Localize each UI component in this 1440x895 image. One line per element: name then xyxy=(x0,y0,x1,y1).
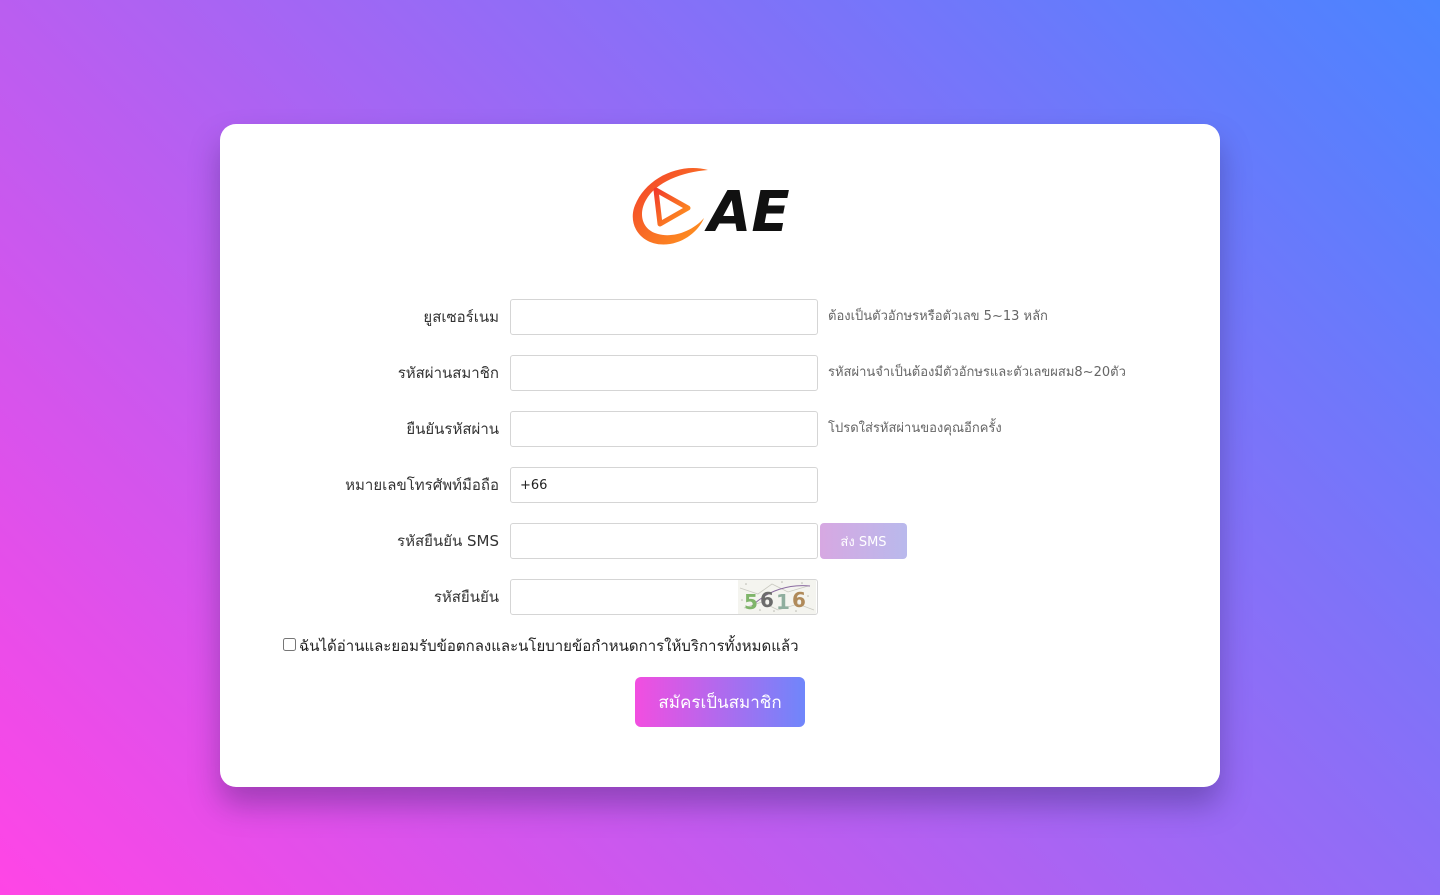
sms-code-label: รหัสยืนยัน SMS xyxy=(397,532,499,550)
send-sms-button[interactable]: ส่ง SMS xyxy=(820,523,907,559)
register-card: AE ยูสเซอร์เนม ต้องเป็นตัวอักษรหรือตัวเล… xyxy=(220,124,1220,787)
username-hint: ต้องเป็นตัวอักษรหรือตัวเลข 5~13 หลัก xyxy=(828,309,1048,324)
logo-text: AE xyxy=(704,180,790,245)
captcha-row: รหัสยืนยัน 5616 xyxy=(220,579,1220,615)
confirm-password-hint: โปรดใส่รหัสผ่านของคุณอีกครั้ง xyxy=(828,421,1002,436)
username-label: ยูสเซอร์เนม xyxy=(423,308,499,326)
captcha-digit: 1 xyxy=(776,590,790,614)
confirm-password-row: ยืนยันรหัสผ่าน โปรดใส่รหัสผ่านของคุณอีกค… xyxy=(220,411,1220,447)
username-row: ยูสเซอร์เนม ต้องเป็นตัวอักษรหรือตัวเลข 5… xyxy=(220,299,1220,335)
agree-checkbox[interactable] xyxy=(283,638,296,651)
phone-label: หมายเลขโทรศัพท์มือถือ xyxy=(345,476,499,494)
password-row: รหัสผ่านสมาชิก รหัสผ่านจำเป็นต้องมีตัวอั… xyxy=(220,355,1220,391)
agree-text: ฉันได้อ่านและยอมรับข้อตกลงและนโยบายข้อกำ… xyxy=(299,637,799,655)
captcha-digit: 5 xyxy=(744,590,758,614)
ae-logo-icon: AE xyxy=(632,167,790,245)
captcha-digit: 6 xyxy=(760,588,774,612)
captcha-label: รหัสยืนยัน xyxy=(433,588,499,606)
register-submit-button[interactable]: สมัครเป็นสมาชิก xyxy=(635,677,805,727)
sms-code-input[interactable] xyxy=(510,523,818,559)
sms-code-row: รหัสยืนยัน SMS ส่ง SMS xyxy=(220,523,1220,559)
captcha-image[interactable]: 5616 xyxy=(738,580,816,614)
password-label: รหัสผ่านสมาชิก xyxy=(397,364,499,382)
phone-row: หมายเลขโทรศัพท์มือถือ xyxy=(220,467,1220,503)
phone-input[interactable] xyxy=(510,467,818,503)
captcha-noise-icon: 5616 xyxy=(739,581,815,614)
confirm-password-label: ยืนยันรหัสผ่าน xyxy=(406,420,499,438)
password-hint: รหัสผ่านจำเป็นต้องมีตัวอักษรและตัวเลขผสม… xyxy=(828,365,1126,380)
password-input[interactable] xyxy=(510,355,818,391)
confirm-password-input[interactable] xyxy=(510,411,818,447)
ae-logo: AE xyxy=(630,164,806,250)
username-input[interactable] xyxy=(510,299,818,335)
captcha-digit: 6 xyxy=(792,588,806,612)
